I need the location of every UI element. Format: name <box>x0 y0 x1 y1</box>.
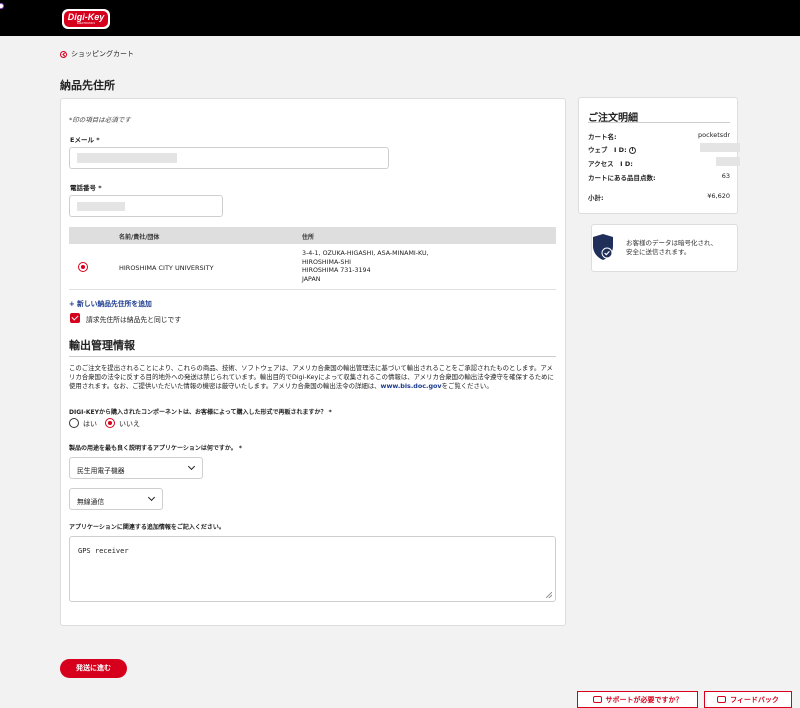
export-paragraph: このご注文を提出されることにより、これらの商品、技術、ソフトウェアは、アメリカ合… <box>69 364 556 392</box>
resell-question: DIGI-KEYから購入されたコンポーネントは、お客様によって購入した形式で再販… <box>69 409 332 416</box>
digikey-logo[interactable]: Digi-Key ELECTRONICS <box>62 9 110 29</box>
column-header-address: 住所 <box>302 234 315 241</box>
back-to-cart-link[interactable]: ショッピングカート <box>60 49 134 59</box>
access-id-redacted-value <box>716 157 740 166</box>
additional-info-label: アプリケーションに関連する追加情報をご記入ください。 <box>69 524 225 531</box>
phone-input[interactable] <box>69 195 223 217</box>
application-select[interactable]: 民生用電子機器 <box>69 457 203 479</box>
logo-subtext: ELECTRONICS <box>77 22 95 25</box>
order-summary-card: ご注文明細 カート名: pocketsdr ウェブ I D: i アクセス I … <box>578 97 740 214</box>
export-divider <box>69 356 556 357</box>
application-question: 製品の用途を最も良く説明するアプリケーションは何ですか。 * <box>69 445 242 452</box>
email-input[interactable] <box>69 147 389 169</box>
subtotal-label: 小計: <box>588 194 604 202</box>
info-icon[interactable]: i <box>628 146 636 154</box>
export-section-title: 輸出管理情報 <box>69 339 135 352</box>
resell-no-label: いいえ <box>119 420 140 428</box>
billing-same-checkbox[interactable] <box>70 313 80 323</box>
chat-icon <box>592 696 602 703</box>
email-redacted-value <box>77 153 177 163</box>
address-radio[interactable] <box>78 262 88 272</box>
phone-redacted-value <box>77 202 125 211</box>
access-id-label: アクセス I D: <box>588 160 633 168</box>
support-button-label: サポートが必要ですか？ <box>605 695 683 704</box>
add-address-link[interactable]: + 新しい納品先住所を追加 <box>69 298 152 308</box>
resell-yes-label: はい <box>83 420 97 428</box>
address-lines: 3-4-1, OZUKA-HIGASHI, ASA-MINAMI-KU, HIR… <box>302 250 429 284</box>
feedback-icon <box>717 696 727 703</box>
application-select-value: 民生用電子機器 <box>77 467 125 475</box>
additional-info-value: GPS receiver <box>78 547 129 555</box>
address-name: HIROSHIMA CITY UNIVERSITY <box>119 264 214 272</box>
email-label: Eメール * <box>70 136 100 144</box>
proceed-to-shipping-button[interactable]: 発送に進む <box>60 659 127 678</box>
additional-info-textarea[interactable]: GPS receiver <box>69 536 556 602</box>
export-paragraph-end: をご覧ください。 <box>441 382 493 391</box>
security-shield-icon <box>593 234 613 260</box>
logo-text: Digi-Key <box>67 12 105 22</box>
item-count-label: カートにある品目点数: <box>588 174 656 182</box>
chevron-down-icon <box>147 493 156 502</box>
resell-yes-radio[interactable] <box>69 418 79 428</box>
billing-same-label: 請求先住所は納品先と同じです <box>86 316 182 324</box>
secure-data-text: お客様のデータは暗号化され、 安全に送信されます。 <box>626 239 718 256</box>
web-id-label: ウェブ I D: i <box>588 144 636 154</box>
support-button[interactable]: サポートが必要ですか？ <box>577 691 698 708</box>
top-bar: Digi-Key ELECTRONICS <box>0 0 800 36</box>
back-arrow-icon <box>60 50 67 58</box>
resell-no-radio[interactable] <box>105 418 115 428</box>
sub-application-select-value: 無線通信 <box>77 498 105 506</box>
cart-name-label: カート名: <box>588 133 617 141</box>
address-line: HIROSHIMA 731-3194 <box>302 267 371 274</box>
address-line: 3-4-1, OZUKA-HIGASHI, ASA-MINAMI-KU, <box>302 250 429 257</box>
address-line: HIROSHIMA-SHI <box>302 258 351 266</box>
required-note: *印の項目は必須です <box>69 116 131 124</box>
bis-link[interactable]: www.bis.doc.gov <box>381 382 442 390</box>
column-header-name: 名前/貴社/団体 <box>119 234 160 241</box>
item-count-value: 63 <box>721 172 730 180</box>
summary-divider <box>588 122 730 123</box>
page-title: 納品先住所 <box>60 79 115 92</box>
subtotal-value: ¥6,620 <box>707 192 730 200</box>
back-link-label: ショッピングカート <box>71 50 134 58</box>
table-row[interactable]: HIROSHIMA CITY UNIVERSITY 3-4-1, OZUKA-H… <box>69 244 556 290</box>
sub-application-select[interactable]: 無線通信 <box>69 488 163 510</box>
secure-data-card: お客様のデータは暗号化され、 安全に送信されます。 <box>591 224 738 272</box>
address-line: JAPAN <box>302 275 321 283</box>
address-table-header: 名前/貴社/団体 住所 <box>69 227 556 244</box>
resize-grip-icon[interactable] <box>546 592 552 598</box>
web-id-redacted-value <box>700 143 740 152</box>
chevron-down-icon <box>187 462 196 471</box>
phone-label: 電話番号 * <box>70 184 102 192</box>
corner-indicator-icon <box>0 3 4 9</box>
cart-name-value: pocketsdr <box>698 131 730 139</box>
feedback-button-label: フィードバック <box>730 695 779 704</box>
feedback-button[interactable]: フィードバック <box>704 691 792 708</box>
